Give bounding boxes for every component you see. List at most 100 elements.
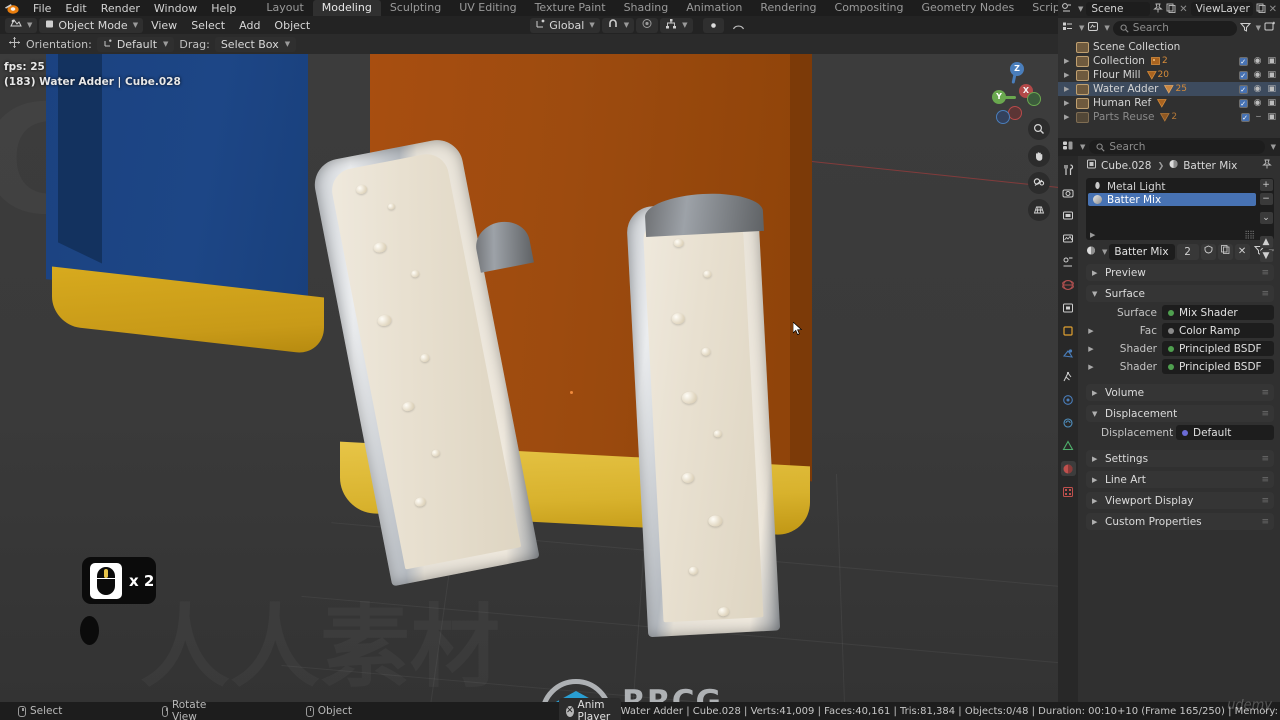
surface-row-value[interactable]: Principled BSDF (1162, 341, 1274, 356)
breadcrumb-material-label[interactable]: Batter Mix (1183, 160, 1237, 172)
camera-icon[interactable]: ▣ (1267, 84, 1276, 94)
chevron-right-icon[interactable]: ▶ (1086, 345, 1096, 353)
workspace-tab-texture-paint[interactable]: Texture Paint (526, 0, 615, 16)
chevron-right-icon[interactable]: ▶ (1064, 99, 1076, 107)
workspace-tab-geometry-nodes[interactable]: Geometry Nodes (912, 0, 1023, 16)
workspace-tab-sculpting[interactable]: Sculpting (381, 0, 450, 16)
viewport-menu-add[interactable]: Add (233, 18, 266, 33)
workspace-tab-rendering[interactable]: Rendering (751, 0, 825, 16)
workspace-tab-compositing[interactable]: Compositing (826, 0, 913, 16)
new-view-layer-icon[interactable] (1256, 3, 1266, 16)
gizmo-axis-neg-x[interactable] (1008, 106, 1022, 120)
tab-physics[interactable] (1061, 392, 1076, 407)
eye-icon[interactable]: ◉ (1254, 98, 1262, 108)
camera-icon[interactable]: ▣ (1267, 56, 1276, 66)
tab-object-data[interactable] (1061, 438, 1076, 453)
material-slot-list[interactable]: Metal Light Batter Mix + − ⌄ ▲ ▼ ▶ ⣿⣿ (1086, 178, 1274, 262)
tab-texture[interactable] (1061, 484, 1076, 499)
chevron-down-icon[interactable]: ▼ (1271, 143, 1276, 151)
eye-icon[interactable]: ◉ (1254, 70, 1262, 80)
blender-logo-icon[interactable] (4, 1, 20, 15)
new-material-button[interactable] (1217, 244, 1233, 260)
gizmo-axis-z[interactable]: Z (1010, 62, 1024, 76)
snap-toggle[interactable]: ▼ (601, 17, 635, 33)
eye-icon[interactable]: ◉ (1254, 56, 1262, 66)
filter-funnel-icon[interactable] (1239, 22, 1251, 35)
resize-grip-icon[interactable]: ⣿⣿ (1244, 230, 1255, 239)
new-collection-icon[interactable] (1264, 21, 1276, 35)
menu-file[interactable]: File (26, 1, 58, 16)
panel-viewport-display[interactable]: ▶ Viewport Display ≡ (1086, 492, 1274, 509)
eye-icon[interactable]: ◉ (1254, 84, 1262, 94)
checkbox-icon[interactable]: ✓ (1238, 70, 1248, 80)
panel-custom-properties[interactable]: ▶ Custom Properties ≡ (1086, 513, 1274, 530)
viewport-menu-object[interactable]: Object (268, 18, 316, 33)
scene-selector[interactable]: Scene (1086, 2, 1151, 16)
anim-player-badge[interactable]: ✕ Anim Player (559, 698, 621, 720)
checkbox-icon[interactable]: ✓ (1240, 112, 1250, 122)
remove-material-slot-button[interactable]: − (1259, 193, 1273, 205)
tab-world[interactable] (1061, 277, 1076, 292)
workspace-tab-modeling[interactable]: Modeling (312, 0, 381, 16)
material-browse-icon[interactable] (1086, 245, 1098, 259)
chevron-right-icon[interactable]: ▶ (1086, 363, 1096, 371)
chevron-right-icon[interactable]: ▶ (1064, 113, 1076, 121)
menu-window[interactable]: Window (147, 1, 204, 16)
camera-icon[interactable]: ▣ (1267, 112, 1276, 122)
outliner-item-flour-mill[interactable]: ▶ Flour Mill 20 ✓ ◉ ▣ (1058, 68, 1280, 82)
gizmo-axis-y[interactable]: Y (992, 90, 1006, 104)
outliner-item-water-adder[interactable]: ▶ Water Adder 25 ✓ ◉ ▣ (1058, 82, 1280, 96)
tab-constraints[interactable] (1061, 415, 1076, 430)
view-layer-selector[interactable]: ViewLayer (1190, 2, 1253, 16)
panel-settings[interactable]: ▶ Settings ≡ (1086, 450, 1274, 467)
chevron-right-icon[interactable]: ▶ (1064, 57, 1076, 65)
add-material-slot-button[interactable]: + (1259, 179, 1273, 191)
chevron-right-icon[interactable]: ▶ (1086, 327, 1096, 335)
tab-output[interactable] (1061, 208, 1076, 223)
camera-view-icon[interactable] (1028, 172, 1050, 194)
panel-line-art[interactable]: ▶ Line Art ≡ (1086, 471, 1274, 488)
toggle-ortho-perspective-icon[interactable] (1028, 199, 1050, 221)
workspace-tab-shading[interactable]: Shading (615, 0, 678, 16)
zoom-icon[interactable] (1028, 118, 1050, 140)
panel-preview[interactable]: ▶ Preview ≡ (1086, 264, 1274, 281)
unlink-material-button[interactable]: ✕ (1234, 244, 1250, 260)
pivot-point-selector[interactable]: ▼ (660, 17, 693, 33)
outliner-root-scene-collection[interactable]: Scene Collection (1058, 40, 1280, 54)
chevron-right-icon[interactable]: ▶ (1064, 85, 1076, 93)
move-slot-down-button[interactable]: ▼ (1259, 250, 1273, 262)
properties-search-input[interactable]: Search (1089, 140, 1265, 154)
panel-volume[interactable]: ▶ Volume ≡ (1086, 384, 1274, 401)
orientation-dropdown[interactable]: Default ▼ (96, 36, 175, 52)
gizmo-axis-neg-z[interactable] (996, 110, 1010, 124)
material-slot-specials-menu[interactable]: ⌄ (1259, 212, 1273, 224)
menu-help[interactable]: Help (204, 1, 243, 16)
interaction-mode-selector[interactable]: Object Mode ▼ (39, 17, 144, 33)
outliner-editor-type-icon[interactable] (1061, 2, 1073, 16)
chevron-right-icon[interactable]: ▶ (1064, 71, 1076, 79)
transform-orientation-selector[interactable]: Global ▼ (530, 17, 600, 33)
filter-id-type-icon[interactable] (1087, 21, 1099, 35)
material-users-count[interactable]: 2 (1176, 244, 1199, 260)
checkbox-icon[interactable]: ✓ (1238, 56, 1248, 66)
tab-collection[interactable] (1061, 300, 1076, 315)
viewport-menu-view[interactable]: View (145, 18, 183, 33)
material-name-field[interactable]: Batter Mix (1109, 244, 1175, 260)
outliner-item-human-ref[interactable]: ▶ Human Ref ✓ ◉ ▣ (1058, 96, 1280, 110)
outliner-item-collection[interactable]: ▶ Collection 2 ✓ ◉ ▣ (1058, 54, 1280, 68)
tab-scene[interactable] (1061, 254, 1076, 269)
close-icon[interactable]: ✕ (566, 705, 574, 717)
hand-pan-icon[interactable] (1028, 145, 1050, 167)
fake-user-toggle[interactable] (1200, 244, 1216, 260)
properties-editor-type-icon[interactable] (1062, 140, 1074, 154)
move-slot-up-button[interactable]: ▲ (1259, 236, 1273, 248)
camera-icon[interactable]: ▣ (1267, 70, 1276, 80)
viewport-menu-select[interactable]: Select (185, 18, 231, 33)
viewport-arc-tool[interactable] (726, 18, 751, 33)
tab-modifiers[interactable] (1061, 346, 1076, 361)
display-mode-icon[interactable] (1062, 21, 1074, 35)
tab-object[interactable] (1061, 323, 1076, 338)
menu-edit[interactable]: Edit (58, 1, 93, 16)
gizmo-axis-neg-y[interactable] (1027, 92, 1041, 106)
panel-surface[interactable]: ▼ Surface ≡ (1086, 285, 1274, 302)
